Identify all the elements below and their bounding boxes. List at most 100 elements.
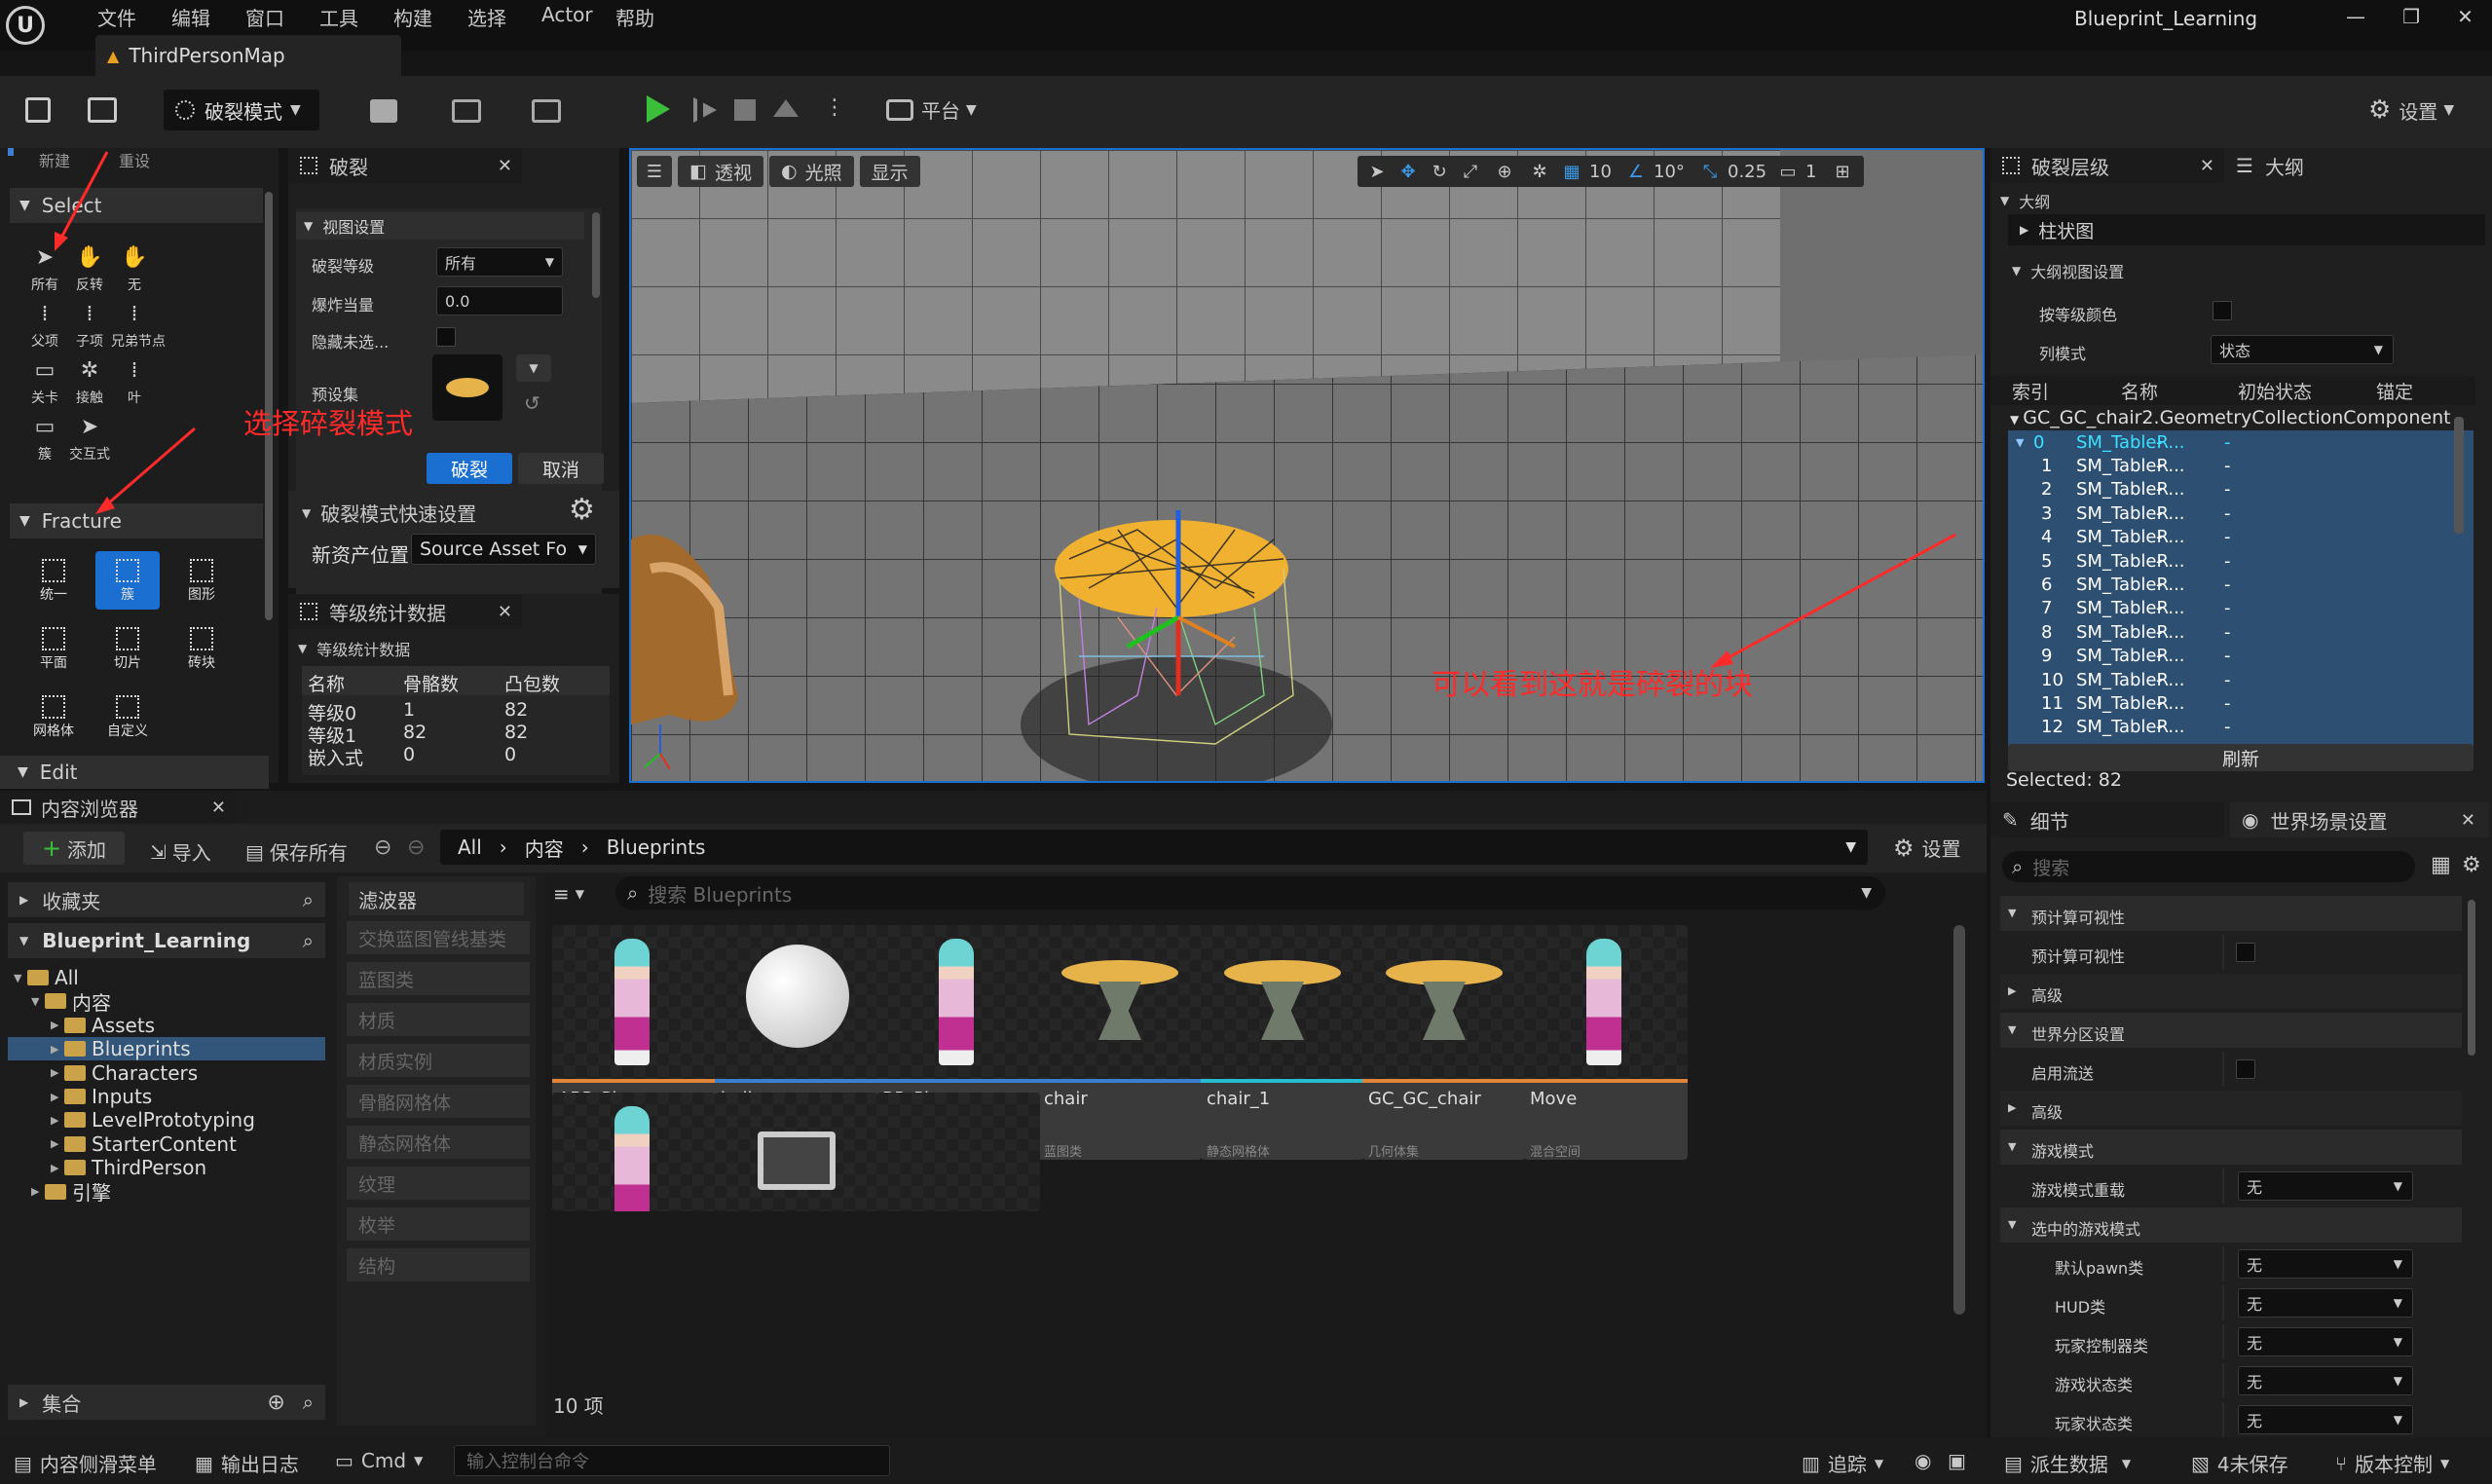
stats-col-header[interactable]: 凸包数 bbox=[504, 670, 560, 696]
add-collection-icon[interactable]: ⊕ bbox=[267, 1391, 284, 1415]
path-content[interactable]: 内容 bbox=[525, 834, 564, 862]
quick-settings-header[interactable]: ▼ 破裂模式快速设置 bbox=[302, 499, 476, 527]
filter-item[interactable]: 枚举 bbox=[347, 1207, 530, 1241]
rotate-icon[interactable]: ↻ bbox=[1426, 162, 1453, 182]
details-row[interactable]: ▶ 高级 bbox=[2000, 974, 2462, 1009]
mode-selector[interactable]: 破裂模式 ▼ bbox=[164, 90, 319, 130]
asset-tile[interactable]: Move 混合空间 bbox=[1524, 925, 1688, 1160]
close-icon[interactable]: ✕ bbox=[498, 156, 512, 176]
favorites-header[interactable]: ▶ 收藏夹 ⌕ bbox=[8, 882, 325, 917]
folder-tree-item[interactable]: ▶ Blueprints bbox=[8, 1037, 325, 1061]
settings-button[interactable]: ⚙ 设置 ▼ bbox=[2368, 95, 2454, 125]
edit-section-header[interactable]: ▼ Edit bbox=[0, 756, 269, 789]
col-name[interactable]: 名称 bbox=[2121, 378, 2158, 404]
folder-tree-item[interactable]: ▼ All bbox=[8, 966, 325, 989]
more-options-icon[interactable]: ⋮ bbox=[824, 95, 845, 120]
histogram-row[interactable]: ▶ 柱状图 bbox=[2008, 214, 2485, 245]
forward-icon[interactable]: ⊖ bbox=[407, 835, 425, 860]
viewport[interactable]: 可以看到这就是碎裂的块 ☰ ◧ 透视 ◐ 光照 显示 ➤ ✥ ↻ ⤢ ⊕ ✲ ▦ 1… bbox=[629, 148, 1985, 783]
fracture-tool-3[interactable]: 平面 bbox=[21, 619, 86, 678]
camera-speed[interactable]: 1 bbox=[1805, 162, 1823, 182]
refresh-button[interactable]: 刷新 bbox=[2008, 744, 2473, 771]
menu-tools[interactable]: 工具 bbox=[319, 3, 393, 31]
details-dropdown[interactable]: 无 ▼ bbox=[2238, 1171, 2413, 1201]
show-button[interactable]: 显示 bbox=[859, 156, 920, 187]
path-bar[interactable]: All › 内容 › Blueprints ▼ bbox=[440, 830, 1868, 865]
details-row[interactable]: ▼ 游戏模式 bbox=[2000, 1130, 2462, 1165]
restore-icon[interactable]: ❐ bbox=[2402, 5, 2420, 28]
content-browser-tab[interactable]: 内容浏览器 ✕ bbox=[0, 791, 236, 824]
lighting-button[interactable]: ◐ 光照 bbox=[768, 156, 854, 187]
hierarchy-row[interactable]: 8 SM_TableR... - - bbox=[2008, 620, 2473, 644]
folder-tree-item[interactable]: ▶ LevelPrototyping bbox=[8, 1108, 325, 1132]
asset-scrollbar[interactable] bbox=[1953, 925, 1965, 1315]
folder-tree-item[interactable]: ▶ StarterContent bbox=[8, 1132, 325, 1156]
select-cursor-icon[interactable]: ➤ bbox=[1363, 162, 1391, 182]
unreal-logo-icon[interactable]: U bbox=[6, 6, 45, 45]
angle-snap-icon[interactable]: ∠ bbox=[1622, 162, 1650, 182]
filter-item[interactable]: 结构 bbox=[347, 1248, 530, 1281]
project-header[interactable]: ▼ Blueprint_Learning ⌕ bbox=[8, 923, 325, 958]
details-checkbox[interactable] bbox=[2236, 943, 2255, 962]
fracture-tool-2[interactable]: 图形 bbox=[169, 551, 234, 610]
hierarchy-row[interactable]: 9 SM_TableR... - - bbox=[2008, 645, 2473, 668]
filter-item[interactable]: 交换蓝图管线基类 bbox=[347, 921, 530, 954]
play-button[interactable] bbox=[647, 95, 670, 123]
hierarchy-tab[interactable]: 破裂层级 ✕ bbox=[1990, 148, 2224, 183]
asset-tile[interactable]: My_GameMode bbox=[715, 1093, 878, 1211]
cb-settings-button[interactable]: ⚙ 设置 bbox=[1893, 834, 1961, 862]
level-stats-section[interactable]: ▼ 等级统计数据 bbox=[298, 637, 410, 660]
translate-icon[interactable]: ✥ bbox=[1395, 162, 1422, 182]
hide-unselected-checkbox[interactable] bbox=[436, 327, 456, 347]
perspective-button[interactable]: ◧ 透视 bbox=[678, 156, 763, 187]
import-button[interactable]: ⇲ 导入 bbox=[150, 837, 211, 866]
fracture-tool-7[interactable]: 自定义 bbox=[95, 687, 160, 746]
menu-edit[interactable]: 编辑 bbox=[171, 3, 245, 31]
world-icon[interactable]: ⊕ bbox=[1488, 162, 1521, 182]
menu-window[interactable]: 窗口 bbox=[245, 3, 319, 31]
filter-item[interactable]: 材质 bbox=[347, 1003, 530, 1036]
details-checkbox[interactable] bbox=[2236, 1059, 2255, 1079]
surface-snap-icon[interactable]: ✲ bbox=[1525, 162, 1554, 182]
close-icon[interactable]: ✕ bbox=[2461, 810, 2475, 831]
scale-icon[interactable]: ⤢ bbox=[1457, 162, 1484, 182]
details-row[interactable]: ▼ 预计算可视性 bbox=[2000, 896, 2462, 931]
grid-size[interactable]: 10 bbox=[1589, 162, 1618, 182]
tab-level[interactable]: ▲ ThirdPersonMap bbox=[95, 35, 401, 76]
scale-snap-icon[interactable]: ⤡ bbox=[1696, 162, 1724, 182]
color-by-level-checkbox[interactable] bbox=[2213, 301, 2232, 320]
folder-tree-item[interactable]: ▶ 引擎 bbox=[8, 1180, 325, 1205]
fracture-button[interactable]: 破裂 bbox=[427, 453, 512, 484]
folder-tree-item[interactable]: ▶ ThirdPerson bbox=[8, 1156, 325, 1179]
details-dropdown[interactable]: 无 ▼ bbox=[2238, 1249, 2413, 1279]
gear-icon[interactable]: ⚙ bbox=[569, 493, 595, 527]
close-window-icon[interactable]: ✕ bbox=[2457, 5, 2473, 28]
preset-thumbnail[interactable] bbox=[432, 354, 502, 421]
back-icon[interactable]: ⊖ bbox=[374, 835, 391, 860]
unsaved-button[interactable]: ▧ 4未保存 bbox=[2191, 1449, 2288, 1477]
folder-tree-item[interactable]: ▶ Assets bbox=[8, 1014, 325, 1037]
eject-icon[interactable] bbox=[773, 99, 799, 117]
details-dropdown[interactable]: 无 ▼ bbox=[2238, 1366, 2413, 1395]
details-row[interactable]: ▼ 世界分区设置 bbox=[2000, 1013, 2462, 1048]
preset-dropdown[interactable]: ▼ bbox=[516, 354, 551, 382]
hierarchy-row[interactable]: 11 SM_TableR... - - bbox=[2008, 691, 2473, 715]
asset-tile[interactable]: chair 蓝图类 bbox=[1038, 925, 1202, 1160]
col-index[interactable]: 索引 bbox=[2012, 378, 2049, 404]
folder-tree-item[interactable]: ▶ Characters bbox=[8, 1061, 325, 1085]
level-stats-tab[interactable]: 等级统计数据 ✕ bbox=[288, 594, 522, 629]
filter-item[interactable]: 蓝图类 bbox=[347, 962, 530, 995]
filter-toggle[interactable]: ≡ ▼ bbox=[553, 882, 584, 906]
column-mode-select[interactable]: 状态 ▼ bbox=[2211, 335, 2394, 364]
path-blueprints[interactable]: Blueprints bbox=[607, 835, 706, 859]
collections-header[interactable]: ▶ 集合 ⊕ ⌕ bbox=[8, 1385, 325, 1420]
hierarchy-row[interactable]: 7 SM_TableR... - - bbox=[2008, 597, 2473, 620]
details-dropdown[interactable]: 无 ▼ bbox=[2238, 1288, 2413, 1317]
hamburger-icon[interactable]: ☰ bbox=[637, 156, 672, 187]
hierarchy-row[interactable]: 12 SM_TableR... - - bbox=[2008, 716, 2473, 739]
layout-icon[interactable]: ⊞ bbox=[1827, 162, 1858, 182]
menu-select[interactable]: 选择 bbox=[467, 3, 541, 31]
fracture-tool-1[interactable]: 簇 bbox=[95, 551, 160, 610]
trace-button[interactable]: ▥ 追踪 ▼ bbox=[1802, 1449, 1883, 1477]
scale-size[interactable]: 0.25 bbox=[1728, 162, 1770, 182]
